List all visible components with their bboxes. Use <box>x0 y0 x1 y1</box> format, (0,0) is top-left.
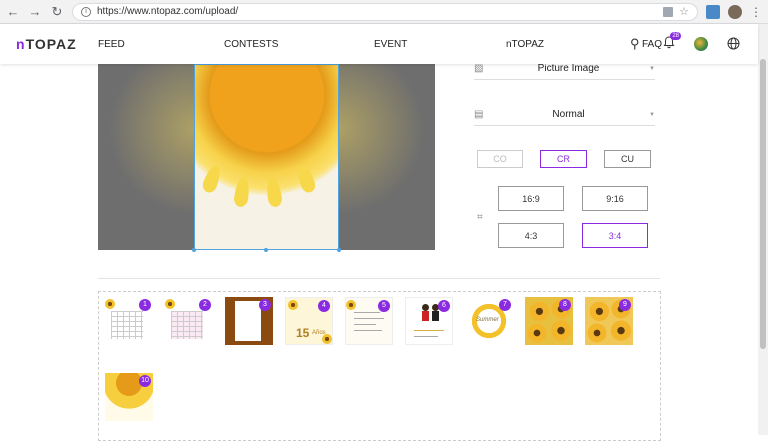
sunflower-decoration <box>288 300 298 310</box>
gallery-thumbnail[interactable]: Summer 7 <box>465 297 513 345</box>
invitation-card <box>235 301 261 341</box>
character-head <box>422 304 429 311</box>
ratio-9-16-button[interactable]: 9:16 <box>582 186 648 211</box>
thumbnail-number: 1 <box>139 299 151 311</box>
gallery-thumbnail[interactable]: 9 <box>585 297 633 345</box>
thumbnail-number: 5 <box>378 300 390 312</box>
text-line <box>354 324 376 325</box>
text-line <box>354 318 384 319</box>
thumbnail-number: 10 <box>139 375 151 387</box>
notification-badge: 28 <box>670 32 681 40</box>
anos-text: Años <box>312 330 326 336</box>
text-line <box>414 330 444 331</box>
canvas-right-overlay <box>339 64 435 250</box>
nav-feed[interactable]: FEED <box>98 39 125 50</box>
extension-icon[interactable] <box>706 4 720 19</box>
gallery-thumbnail[interactable]: 1 <box>105 297 153 345</box>
thumbnail-number: 6 <box>438 300 450 312</box>
gallery-thumbnail[interactable]: 6 <box>405 297 453 345</box>
reload-icon[interactable]: ↻ <box>50 4 64 20</box>
text-line <box>354 330 382 331</box>
gallery-thumbnail[interactable]: 5 <box>345 297 393 345</box>
image-gallery: 1 2 3 15 Años 4 5 6 Summer 7 8 9 10 <box>98 291 661 441</box>
layout-type-value: Picture Image <box>537 63 600 74</box>
address-bar[interactable]: i https://www.ntopaz.com/upload/ ☆ <box>72 2 698 21</box>
browser-toolbar: ← → ↻ i https://www.ntopaz.com/upload/ ☆… <box>0 0 768 24</box>
chevron-down-icon: ▼ <box>649 111 655 118</box>
ratio-16-9-button[interactable]: 16:9 <box>498 186 564 211</box>
filter-select[interactable]: ▤ Normal ▼ <box>474 104 655 126</box>
gallery-thumbnail[interactable]: 2 <box>165 297 213 345</box>
crop-handle[interactable] <box>192 248 196 252</box>
character-body <box>432 311 439 321</box>
forward-icon[interactable]: → <box>28 4 42 19</box>
crop-selection[interactable] <box>194 64 339 250</box>
crop-mode-co-button[interactable]: CO <box>477 150 523 168</box>
filter-icon: ▤ <box>474 109 484 120</box>
calendar-grid <box>171 311 203 339</box>
crop-handle[interactable] <box>337 248 341 252</box>
scrollbar-thumb[interactable] <box>760 59 766 349</box>
quince-text: 15 <box>296 326 310 340</box>
thumbnail-number: 3 <box>259 299 271 311</box>
browser-menu-icon[interactable]: ⋮ <box>750 5 762 19</box>
url-text[interactable]: https://www.ntopaz.com/upload/ <box>97 6 657 17</box>
image-editor-canvas[interactable] <box>98 64 435 252</box>
thumbnail-number: 8 <box>559 299 571 311</box>
calendar-grid <box>111 311 143 339</box>
filter-value: Normal <box>552 109 585 120</box>
bookmark-star-icon[interactable]: ☆ <box>679 5 689 18</box>
globe-icon[interactable] <box>727 37 740 53</box>
nav-event[interactable]: EVENT <box>374 39 407 50</box>
nav-contests[interactable]: CONTESTS <box>224 39 278 50</box>
thumbnail-number: 9 <box>619 299 631 311</box>
gallery-thumbnail[interactable]: 15 Años 4 <box>285 297 333 345</box>
image-layout-icon: ▨ <box>474 63 484 74</box>
text-line <box>354 312 380 313</box>
profile-avatar[interactable] <box>728 4 742 19</box>
faq-link[interactable]: FAQ <box>642 39 662 50</box>
user-avatar[interactable] <box>694 37 708 51</box>
info-icon[interactable]: i <box>81 6 91 17</box>
translate-icon[interactable] <box>663 6 674 17</box>
thumbnail-number: 4 <box>318 300 330 312</box>
gallery-thumbnail[interactable]: 10 <box>105 373 153 421</box>
sunflower-decoration <box>165 299 175 309</box>
thumbnail-number: 2 <box>199 299 211 311</box>
thumbnail-number: 7 <box>499 299 511 311</box>
nav-ntopaz[interactable]: nTOPAZ <box>506 39 544 50</box>
aspect-ratio-icon: ⌗ <box>477 212 483 223</box>
gallery-thumbnail[interactable]: 3 <box>225 297 273 345</box>
back-icon[interactable]: ← <box>6 4 20 19</box>
crop-handle[interactable] <box>264 248 268 252</box>
character-body <box>422 311 429 321</box>
site-header: nTOPAZ FEED CONTESTS EVENT nTOPAZ ⚲ FAQ … <box>0 24 758 64</box>
gallery-thumbnail[interactable]: 8 <box>525 297 573 345</box>
sunflower-decoration <box>346 300 356 310</box>
page-scrollbar[interactable] <box>758 24 768 435</box>
search-icon[interactable]: ⚲ <box>630 36 640 52</box>
wreath-text: Summer <box>476 317 499 323</box>
canvas-left-overlay <box>98 64 194 250</box>
ratio-4-3-button[interactable]: 4:3 <box>498 223 564 248</box>
ratio-3-4-button[interactable]: 3:4 <box>582 223 648 248</box>
crop-mode-cu-button[interactable]: CU <box>604 150 651 168</box>
text-line <box>414 336 438 337</box>
chevron-down-icon: ▼ <box>649 65 655 72</box>
bell-icon[interactable]: 28 <box>663 32 681 52</box>
sunflower-decoration <box>105 299 115 309</box>
logo[interactable]: nTOPAZ <box>16 36 77 52</box>
crop-mode-cr-button[interactable]: CR <box>540 150 587 168</box>
section-divider <box>98 278 660 279</box>
